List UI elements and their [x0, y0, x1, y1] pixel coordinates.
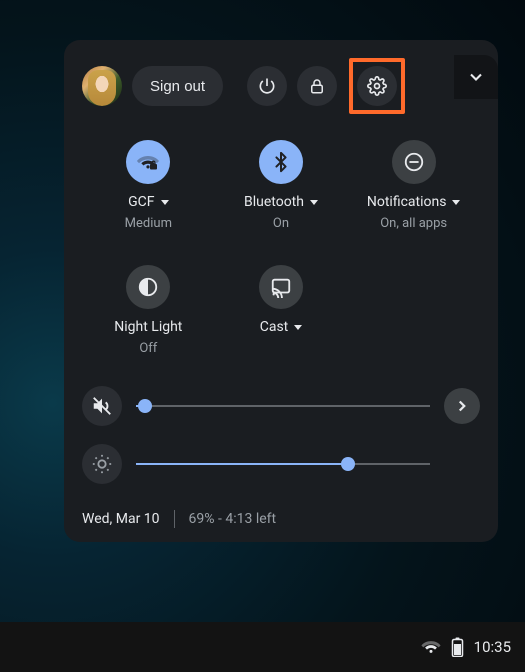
wifi-toggle[interactable] — [126, 140, 170, 184]
bluetooth-label: Bluetooth — [244, 194, 318, 210]
chevron-down-icon — [466, 67, 486, 87]
quick-settings-panel: Sign out GCF Medium Blu — [64, 40, 498, 542]
bluetooth-tile[interactable]: Bluetooth On — [215, 140, 348, 231]
power-icon — [257, 76, 277, 96]
cast-tile[interactable]: Cast — [215, 265, 348, 356]
cast-label: Cast — [260, 319, 303, 335]
quick-toggle-grid: GCF Medium Bluetooth On Notifications On… — [82, 140, 480, 356]
collapse-button[interactable] — [454, 55, 498, 99]
brightness-icon — [91, 453, 113, 475]
power-button[interactable] — [247, 66, 287, 106]
gear-icon — [367, 76, 387, 96]
notifications-toggle[interactable] — [392, 140, 436, 184]
wifi-icon — [136, 150, 160, 174]
volume-mute-button[interactable] — [82, 386, 122, 426]
taskbar-clock[interactable]: 10:35 — [474, 638, 511, 656]
lock-icon — [308, 77, 326, 95]
night-light-sub: Off — [139, 341, 157, 356]
cast-toggle[interactable] — [259, 265, 303, 309]
bluetooth-icon — [270, 151, 292, 173]
wifi-label: GCF — [128, 194, 168, 210]
taskbar-wifi-icon[interactable] — [421, 637, 441, 657]
notifications-sub: On, all apps — [380, 216, 447, 231]
volume-row — [82, 386, 480, 426]
notifications-tile[interactable]: Notifications On, all apps — [347, 140, 480, 231]
volume-slider[interactable] — [136, 396, 430, 416]
sign-out-button[interactable]: Sign out — [132, 66, 223, 106]
lock-button[interactable] — [297, 66, 337, 106]
night-light-label: Night Light — [114, 319, 182, 335]
settings-highlight — [349, 58, 405, 114]
footer-battery: 69% - 4:13 left — [189, 511, 277, 527]
caret-icon — [161, 200, 169, 205]
settings-button[interactable] — [357, 66, 397, 106]
taskbar: 10:35 — [0, 622, 525, 672]
wifi-tile[interactable]: GCF Medium — [82, 140, 215, 231]
chevron-right-icon — [453, 397, 471, 415]
volume-mute-icon — [91, 395, 113, 417]
dnd-icon — [403, 151, 425, 173]
footer-date: Wed, Mar 10 — [82, 511, 160, 527]
notifications-label: Notifications — [367, 194, 461, 210]
panel-footer: Wed, Mar 10 69% - 4:13 left — [82, 506, 480, 528]
taskbar-battery-icon[interactable] — [451, 637, 464, 657]
bluetooth-sub: On — [273, 216, 289, 231]
bluetooth-toggle[interactable] — [259, 140, 303, 184]
night-light-tile[interactable]: Night Light Off — [82, 265, 215, 356]
separator — [174, 510, 175, 528]
cast-icon — [270, 276, 292, 298]
brightness-button[interactable] — [82, 444, 122, 484]
wifi-sub: Medium — [125, 216, 172, 231]
brightness-slider[interactable] — [136, 454, 430, 474]
night-light-toggle[interactable] — [126, 265, 170, 309]
brightness-row — [82, 444, 480, 484]
caret-icon — [310, 200, 318, 205]
top-row: Sign out — [82, 58, 480, 114]
night-light-icon — [137, 276, 159, 298]
avatar[interactable] — [82, 66, 122, 106]
volume-expand-button[interactable] — [444, 388, 480, 424]
caret-icon — [294, 325, 302, 330]
caret-icon — [452, 200, 460, 205]
